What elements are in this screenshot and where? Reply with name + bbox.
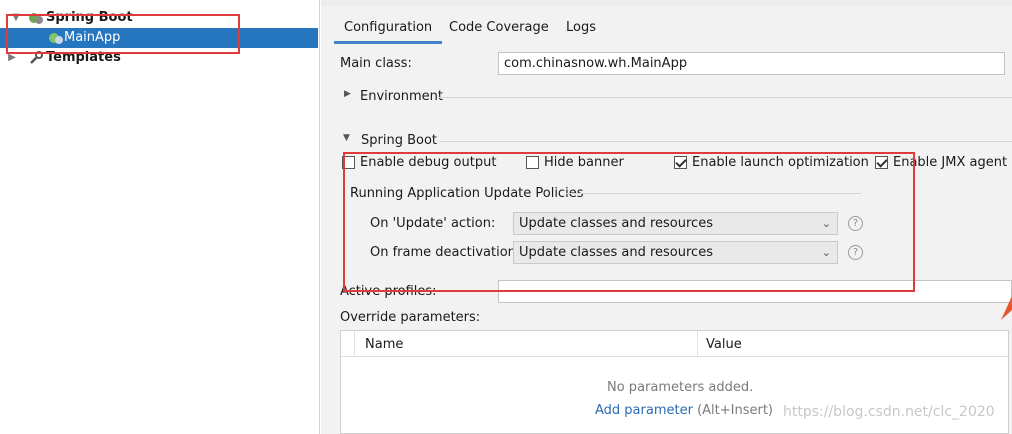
column-header-name[interactable]: Name bbox=[365, 337, 403, 352]
add-parameter-shortcut: (Alt+Insert) bbox=[697, 403, 774, 418]
configuration-panel: Configuration Code Coverage Logs Main cl… bbox=[321, 0, 1012, 434]
chevron-right-icon[interactable]: ▶ bbox=[344, 89, 351, 99]
column-divider bbox=[697, 331, 698, 357]
main-class-field[interactable]: com.chinasnow.wh.MainApp bbox=[498, 52, 1005, 75]
column-divider bbox=[354, 331, 355, 357]
watermark-text: https://blog.csdn.net/clc_2020 bbox=[783, 404, 995, 420]
chevron-down-icon[interactable]: ▼ bbox=[343, 133, 350, 143]
section-divider bbox=[439, 141, 1012, 142]
arrow-icon bbox=[1001, 296, 1012, 320]
top-toolbar-strip bbox=[321, 0, 1012, 6]
tab-logs[interactable]: Logs bbox=[556, 12, 606, 44]
environment-section-toggle[interactable]: Environment bbox=[360, 89, 443, 104]
add-parameter-row: Add parameter (Alt+Insert) bbox=[595, 403, 773, 418]
highlight-box-tree bbox=[6, 14, 240, 54]
highlight-box-options bbox=[343, 152, 915, 292]
run-config-tree: ▼ Spring Boot MainApp ▶ Templates bbox=[0, 0, 320, 434]
tab-configuration[interactable]: Configuration bbox=[334, 12, 443, 44]
section-divider bbox=[438, 97, 1012, 98]
table-header: Name Value bbox=[341, 331, 1008, 357]
add-parameter-link[interactable]: Add parameter bbox=[595, 403, 693, 418]
tab-code-coverage[interactable]: Code Coverage bbox=[439, 12, 559, 44]
override-parameters-label: Override parameters: bbox=[340, 310, 481, 325]
main-class-label: Main class: bbox=[340, 56, 412, 71]
column-header-value[interactable]: Value bbox=[706, 337, 742, 352]
spring-boot-section-toggle[interactable]: Spring Boot bbox=[361, 133, 437, 148]
empty-table-text: No parameters added. bbox=[607, 380, 754, 395]
